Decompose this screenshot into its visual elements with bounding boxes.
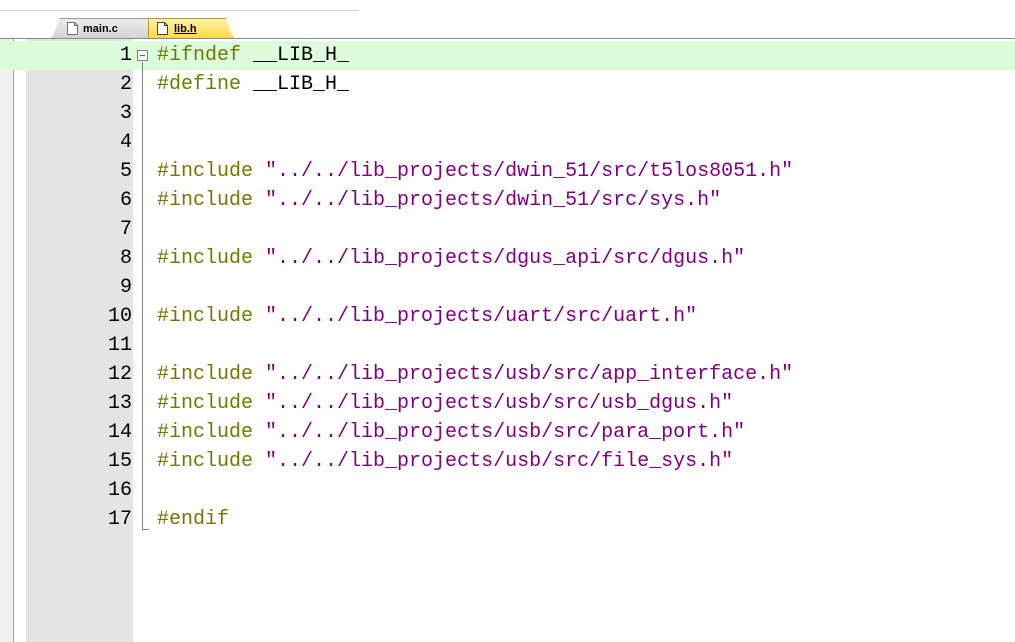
line-number: 6 xyxy=(119,189,132,212)
include-path-string: "../../lib_projects/dgus_api/src/dgus.h" xyxy=(265,247,746,270)
line-number: 14 xyxy=(107,421,132,444)
line-number: 7 xyxy=(119,218,132,241)
code-line[interactable]: 16 xyxy=(0,476,1015,505)
line-number: 10 xyxy=(107,305,132,328)
preprocessor-directive: #include xyxy=(157,160,254,183)
directive-argument xyxy=(253,421,265,444)
fold-end-marker xyxy=(142,529,149,530)
code-line[interactable]: 17 #endif xyxy=(0,505,1015,534)
include-path-string: "../../lib_projects/uart/src/uart.h" xyxy=(265,305,698,328)
line-number: 4 xyxy=(119,131,132,154)
line-number: 13 xyxy=(107,392,132,415)
directive-argument xyxy=(253,450,265,473)
line-number: 1 xyxy=(119,44,132,67)
include-path-string: "../../lib_projects/usb/src/app_interfac… xyxy=(265,363,794,386)
current-line-highlight[interactable]: 1 #ifndef __LIB_H_ xyxy=(0,41,1015,70)
code-text: #endif xyxy=(157,505,229,534)
preprocessor-directive: #include xyxy=(157,189,254,212)
preprocessor-directive: #include xyxy=(157,450,254,473)
code-text: #include "../../lib_projects/usb/src/fil… xyxy=(157,447,733,476)
line-number: 16 xyxy=(107,479,132,502)
preprocessor-directive: #endif xyxy=(157,508,230,531)
preprocessor-directive: #include xyxy=(157,392,254,415)
code-line[interactable]: 14 #include "../../lib_projects/usb/src/p… xyxy=(0,418,1015,447)
code-line[interactable]: 7 xyxy=(0,215,1015,244)
line-number: 12 xyxy=(107,363,132,386)
tab-main-c[interactable]: main.c xyxy=(52,18,149,38)
code-line[interactable]: 5 #include "../../lib_projects/dwin_51/sr… xyxy=(0,157,1015,186)
code-text: #include "../../lib_projects/dgus_api/sr… xyxy=(157,244,745,273)
include-path-string: "../../lib_projects/usb/src/file_sys.h" xyxy=(265,450,734,473)
include-path-string: "../../lib_projects/dwin_51/src/t5los805… xyxy=(265,160,794,183)
preprocessor-directive: #include xyxy=(157,421,254,444)
tab-label: main.c xyxy=(83,22,118,35)
code-line[interactable]: 9 xyxy=(0,273,1015,302)
code-text: #include "../../lib_projects/dwin_51/src… xyxy=(157,157,793,186)
code-text: #include "../../lib_projects/usb/src/par… xyxy=(157,418,745,447)
code-text: #include "../../lib_projects/usb/src/app… xyxy=(157,360,793,389)
file-icon xyxy=(67,22,78,35)
code-text: #include "../../lib_projects/dwin_51/src… xyxy=(157,186,721,215)
preprocessor-directive: #include xyxy=(157,305,254,328)
line-number: 9 xyxy=(119,276,132,299)
directive-argument: __LIB_H_ xyxy=(241,44,350,67)
line-number: 11 xyxy=(107,334,132,357)
directive-argument xyxy=(253,160,265,183)
file-icon xyxy=(157,22,168,35)
preprocessor-directive: #ifndef xyxy=(157,44,242,67)
fold-guide-line xyxy=(142,62,143,529)
code-line[interactable]: 8 #include "../../lib_projects/dgus_api/s… xyxy=(0,244,1015,273)
tab-label: lib.h xyxy=(174,22,197,35)
fold-collapse-icon[interactable] xyxy=(137,50,148,61)
code-line[interactable]: 10 #include "../../lib_projects/uart/src/… xyxy=(0,302,1015,331)
directive-argument xyxy=(253,305,265,328)
line-number: 3 xyxy=(119,102,132,125)
include-path-string: "../../lib_projects/usb/src/para_port.h" xyxy=(265,421,746,444)
line-number: 2 xyxy=(119,73,132,96)
code-text: #define __LIB_H_ xyxy=(157,70,349,99)
preprocessor-directive: #define xyxy=(157,73,242,96)
code-line[interactable]: 13 #include "../../lib_projects/usb/src/u… xyxy=(0,389,1015,418)
code-line[interactable]: 4 xyxy=(0,128,1015,157)
directive-argument xyxy=(253,247,265,270)
code-line[interactable]: 12 #include "../../lib_projects/usb/src/a… xyxy=(0,360,1015,389)
directive-argument xyxy=(253,189,265,212)
line-number: 5 xyxy=(119,160,132,183)
line-number: 8 xyxy=(119,247,132,270)
tab-lib-h[interactable]: lib.h xyxy=(148,18,233,38)
include-path-string: "../../lib_projects/dwin_51/src/sys.h" xyxy=(265,189,722,212)
directive-argument xyxy=(253,363,265,386)
line-number: 17 xyxy=(107,508,132,531)
directive-argument xyxy=(253,392,265,415)
preprocessor-directive: #include xyxy=(157,363,254,386)
directive-argument: __LIB_H_ xyxy=(241,73,350,96)
preprocessor-directive: #include xyxy=(157,247,254,270)
window-top-edge xyxy=(0,10,358,11)
code-line[interactable]: 2 #define __LIB_H_ xyxy=(0,70,1015,99)
code-text: #ifndef __LIB_H_ xyxy=(157,41,349,70)
code-text: #include "../../lib_projects/uart/src/ua… xyxy=(157,302,697,331)
code-line[interactable]: 15 #include "../../lib_projects/usb/src/f… xyxy=(0,447,1015,476)
code-line[interactable]: 6 #include "../../lib_projects/dwin_51/sr… xyxy=(0,186,1015,215)
code-text: #include "../../lib_projects/usb/src/usb… xyxy=(157,389,733,418)
line-number: 15 xyxy=(107,450,132,473)
code-line[interactable]: 3 xyxy=(0,99,1015,128)
code-line[interactable]: 11 xyxy=(0,331,1015,360)
include-path-string: "../../lib_projects/usb/src/usb_dgus.h" xyxy=(265,392,734,415)
